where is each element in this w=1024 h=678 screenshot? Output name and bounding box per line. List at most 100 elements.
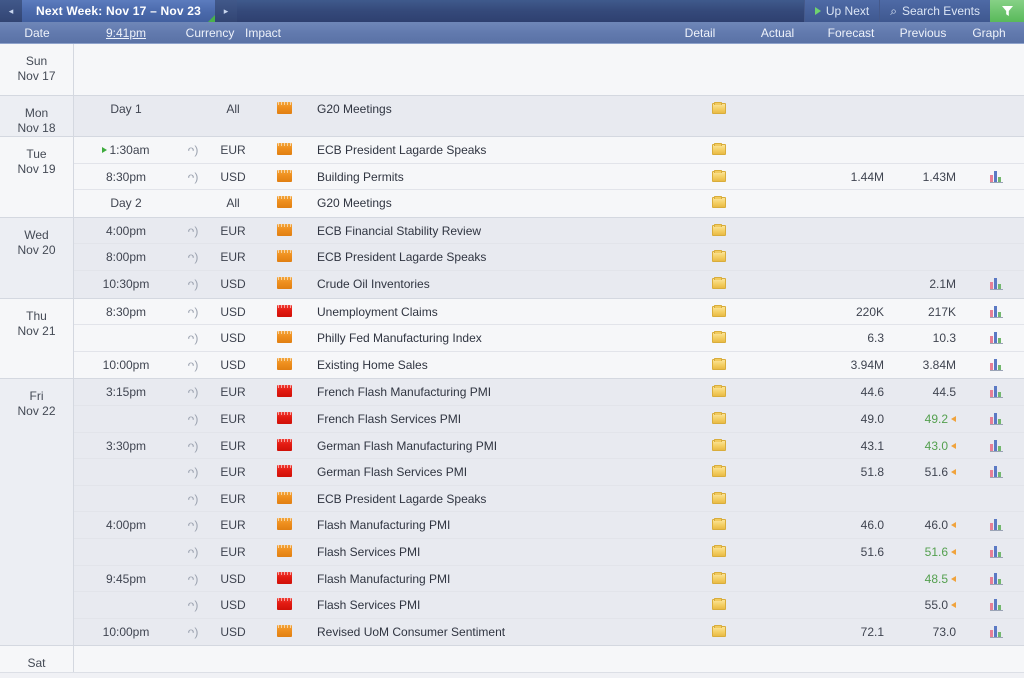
event-title[interactable]: German Flash Manufacturing PMI [317, 433, 664, 460]
speaker-audio-icon[interactable]: ᴖ) [178, 539, 208, 566]
date-cell[interactable]: Fri Nov 22 [0, 379, 74, 647]
detail-folder-icon[interactable] [712, 624, 726, 637]
date-cell[interactable]: Wed Nov 20 [0, 217, 74, 299]
date-cell[interactable]: Thu Nov 21 [0, 298, 74, 380]
detail-folder-icon[interactable] [712, 169, 726, 182]
speaker-audio-icon[interactable]: ᴖ) [178, 406, 208, 433]
date-cell[interactable]: Tue Nov 19 [0, 137, 74, 218]
event-detail-cell[interactable] [686, 539, 752, 566]
speaker-audio-icon[interactable]: ᴖ) [178, 459, 208, 486]
speaker-audio-icon[interactable]: ᴖ) [178, 619, 208, 646]
speaker-audio-icon[interactable]: ᴖ) [178, 486, 208, 513]
detail-folder-icon[interactable] [712, 276, 726, 289]
calendar-event-row[interactable]: Day 2 All G20 Meetings [74, 190, 1024, 217]
bar-chart-icon[interactable] [990, 386, 1004, 399]
event-title[interactable]: Crude Oil Inventories [317, 271, 664, 298]
column-header-time[interactable]: 9:41pm [74, 22, 178, 44]
event-title[interactable]: Building Permits [317, 164, 664, 191]
search-events-button[interactable]: ⌕ Search Events [879, 0, 990, 22]
bar-chart-icon[interactable] [990, 599, 1004, 612]
bar-chart-icon[interactable] [990, 277, 1004, 290]
date-cell[interactable]: Mon Nov 18 [0, 96, 74, 137]
speaker-audio-icon[interactable]: ᴖ) [178, 566, 208, 593]
event-title[interactable]: ECB Financial Stability Review [317, 218, 664, 245]
calendar-event-row[interactable]: 10:00pm ᴖ) USD Revised UoM Consumer Sentime… [74, 619, 1024, 646]
event-graph-cell[interactable] [966, 619, 1024, 646]
event-detail-cell[interactable] [686, 164, 752, 191]
speaker-audio-icon[interactable]: ᴖ) [178, 433, 208, 460]
event-title[interactable]: Flash Services PMI [317, 592, 664, 619]
calendar-event-row[interactable]: 3:15pm ᴖ) EUR French Flash Manufacturing PM… [74, 379, 1024, 406]
detail-folder-icon[interactable] [712, 438, 726, 451]
event-graph-cell[interactable] [966, 352, 1024, 379]
event-detail-cell[interactable] [686, 299, 752, 326]
calendar-event-row[interactable]: 10:30pm ᴖ) USD Crude Oil Inventories 2.1M [74, 271, 1024, 298]
detail-folder-icon[interactable] [712, 571, 726, 584]
event-detail-cell[interactable] [686, 137, 752, 164]
event-graph-cell[interactable] [966, 299, 1024, 326]
event-detail-cell[interactable] [686, 244, 752, 271]
bar-chart-icon[interactable] [990, 545, 1004, 558]
speaker-audio-icon[interactable]: ᴖ) [178, 379, 208, 406]
detail-folder-icon[interactable] [712, 102, 726, 114]
event-title[interactable]: French Flash Manufacturing PMI [317, 379, 664, 406]
event-detail-cell[interactable] [686, 512, 752, 539]
calendar-event-row[interactable]: 10:00pm ᴖ) USD Existing Home Sales 3.94M 3.84… [74, 352, 1024, 379]
event-detail-cell[interactable] [686, 325, 752, 352]
event-detail-cell[interactable] [686, 619, 752, 646]
bar-chart-icon[interactable] [990, 439, 1004, 452]
event-detail-cell[interactable] [686, 352, 752, 379]
event-detail-cell[interactable] [686, 218, 752, 245]
event-title[interactable]: Flash Services PMI [317, 539, 664, 566]
detail-folder-icon[interactable] [712, 385, 726, 398]
event-title[interactable]: G20 Meetings [317, 190, 664, 217]
calendar-event-row[interactable]: ᴖ) USD Philly Fed Manufacturing Index 6.3 10… [74, 325, 1024, 352]
event-title[interactable]: German Flash Services PMI [317, 459, 664, 486]
bar-chart-icon[interactable] [990, 412, 1004, 425]
event-title[interactable]: ECB President Lagarde Speaks [317, 244, 664, 271]
speaker-audio-icon[interactable]: ᴖ) [178, 592, 208, 619]
event-detail-cell[interactable] [686, 271, 752, 298]
speaker-audio-icon[interactable]: ᴖ) [178, 352, 208, 379]
event-graph-cell[interactable] [966, 325, 1024, 352]
calendar-event-row[interactable]: 9:45pm ᴖ) USD Flash Manufacturing PMI 48.5 [74, 566, 1024, 593]
calendar-event-row[interactable]: 8:30pm ᴖ) USD Building Permits 1.44M 1.43M [74, 164, 1024, 191]
event-graph-cell[interactable] [966, 566, 1024, 593]
up-next-button[interactable]: Up Next [803, 0, 880, 22]
calendar-event-row[interactable]: ᴖ) EUR Flash Services PMI 51.6 51.6 [74, 539, 1024, 566]
bar-chart-icon[interactable] [990, 358, 1004, 371]
bar-chart-icon[interactable] [990, 305, 1004, 318]
previous-week-button[interactable]: ◂ [0, 0, 22, 22]
event-title[interactable]: Flash Manufacturing PMI [317, 566, 664, 593]
bar-chart-icon[interactable] [990, 332, 1004, 345]
event-graph-cell[interactable] [966, 539, 1024, 566]
event-title[interactable]: ECB President Lagarde Speaks [317, 137, 664, 164]
detail-folder-icon[interactable] [712, 223, 726, 236]
calendar-event-row[interactable]: ᴖ) EUR German Flash Services PMI 51.8 51.6 [74, 459, 1024, 486]
event-detail-cell[interactable] [686, 459, 752, 486]
speaker-audio-icon[interactable]: ᴖ) [178, 244, 208, 271]
speaker-audio-icon[interactable]: ᴖ) [178, 164, 208, 191]
bar-chart-icon[interactable] [990, 572, 1004, 585]
calendar-event-row[interactable]: 8:00pm ᴖ) EUR ECB President Lagarde Speaks [74, 244, 1024, 271]
event-graph-cell[interactable] [966, 459, 1024, 486]
current-week-tab[interactable]: Next Week: Nov 17 – Nov 23 [22, 0, 216, 22]
bar-chart-icon[interactable] [990, 466, 1004, 479]
detail-folder-icon[interactable] [712, 331, 726, 344]
detail-folder-icon[interactable] [712, 143, 726, 155]
event-graph-cell[interactable] [966, 512, 1024, 539]
speaker-audio-icon[interactable]: ᴖ) [178, 137, 208, 164]
detail-folder-icon[interactable] [712, 491, 726, 504]
event-detail-cell[interactable] [686, 433, 752, 460]
event-graph-cell[interactable] [966, 406, 1024, 433]
detail-folder-icon[interactable] [712, 411, 726, 424]
event-detail-cell[interactable] [686, 486, 752, 513]
event-title[interactable]: Flash Manufacturing PMI [317, 512, 664, 539]
detail-folder-icon[interactable] [712, 465, 726, 478]
bar-chart-icon[interactable] [990, 625, 1004, 638]
event-detail-cell[interactable] [686, 379, 752, 406]
event-graph-cell[interactable] [966, 379, 1024, 406]
event-title[interactable]: Revised UoM Consumer Sentiment [317, 619, 664, 646]
speaker-audio-icon[interactable]: ᴖ) [178, 218, 208, 245]
calendar-event-row[interactable]: 4:00pm ᴖ) EUR ECB Financial Stability Revie… [74, 218, 1024, 245]
